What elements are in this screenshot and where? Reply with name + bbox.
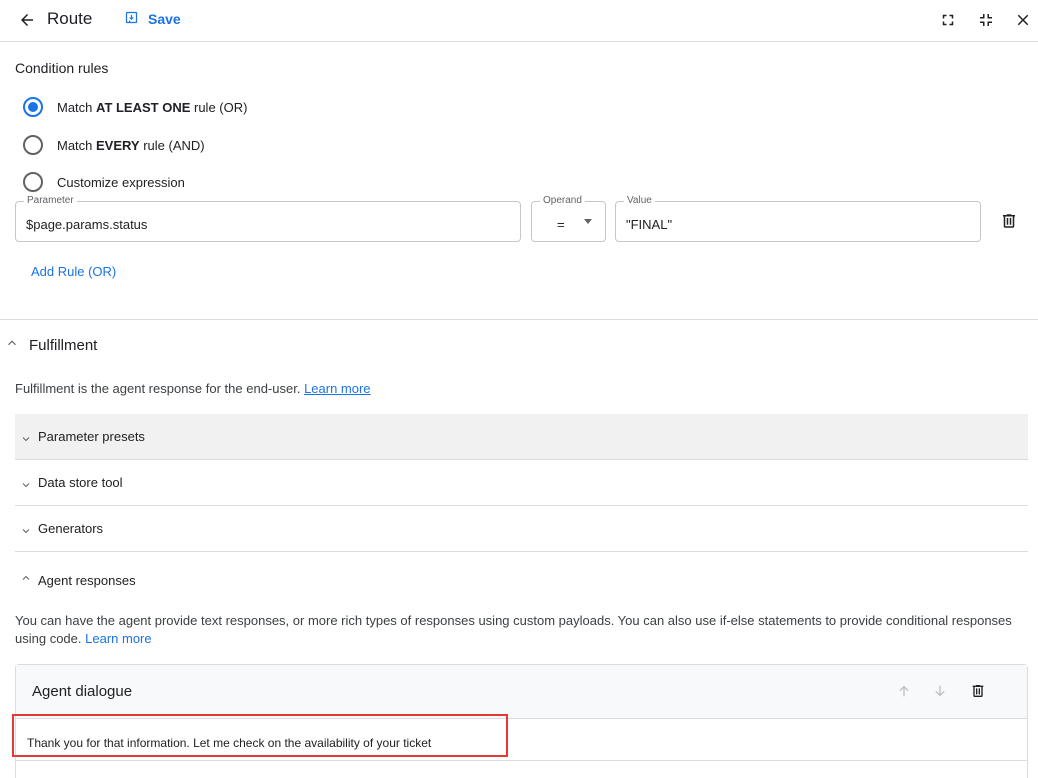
collapse-icon[interactable] — [974, 8, 998, 32]
radio-unchecked-icon[interactable] — [23, 172, 43, 192]
delete-icon[interactable] — [967, 680, 989, 702]
page-title: Route — [47, 9, 93, 28]
fulfillment-title: Fulfillment — [29, 336, 98, 354]
section-divider — [0, 319, 1038, 320]
accordion-label: Agent responses — [38, 572, 136, 588]
accordion-label: Parameter presets — [38, 429, 145, 444]
learn-more-link[interactable]: Learn more — [85, 631, 151, 646]
radio-label: Match AT LEAST ONE rule (OR) — [57, 99, 248, 115]
radio-customize-expression[interactable]: Customize expression — [23, 172, 185, 192]
close-icon[interactable] — [1011, 8, 1035, 32]
accordion-agent-responses[interactable]: Agent responses — [15, 557, 1028, 603]
parameter-field-label: Parameter — [24, 195, 77, 206]
accordion-data-store-tool[interactable]: Data store tool — [15, 460, 1028, 506]
save-label: Save — [148, 11, 181, 27]
radio-unchecked-icon[interactable] — [23, 135, 43, 155]
agent-dialogue-header: Agent dialogue — [16, 665, 1027, 719]
chevron-down-icon — [15, 479, 37, 491]
fullscreen-icon[interactable] — [936, 8, 960, 32]
accordion-parameter-presets[interactable]: Parameter presets — [15, 414, 1028, 460]
chevron-down-icon — [15, 433, 37, 445]
operand-select-label: Operand — [540, 195, 585, 206]
top-bar: Route Save — [0, 0, 1038, 42]
condition-rules-label: Condition rules — [15, 60, 109, 76]
operand-select[interactable]: Operand = — [531, 195, 606, 242]
save-button[interactable]: Save — [124, 10, 181, 28]
accordion-label: Generators — [38, 521, 104, 536]
accordion-label: Data store tool — [38, 475, 123, 490]
accordion-generators[interactable]: Generators — [15, 506, 1028, 552]
radio-match-at-least-one[interactable]: Match AT LEAST ONE rule (OR) — [23, 97, 247, 117]
highlight-box — [12, 714, 508, 757]
delete-rule-icon[interactable] — [997, 209, 1021, 233]
radio-checked-icon[interactable] — [23, 97, 43, 117]
save-icon — [124, 10, 139, 28]
chevron-down-icon — [15, 525, 37, 537]
value-field-value: "FINAL" — [626, 217, 673, 232]
parameter-field[interactable]: Parameter $page.params.status — [15, 195, 521, 242]
operand-select-value: = — [557, 217, 565, 232]
chevron-up-icon — [5, 336, 19, 354]
back-arrow-icon[interactable] — [14, 7, 40, 33]
parameter-field-value: $page.params.status — [26, 217, 148, 232]
agent-responses-description: You can have the agent provide text resp… — [15, 613, 1012, 646]
value-field-label: Value — [624, 195, 655, 206]
learn-more-link[interactable]: Learn more — [304, 381, 370, 396]
agent-dialogue-title: Agent dialogue — [32, 683, 133, 700]
value-field[interactable]: Value "FINAL" — [615, 195, 981, 242]
arrow-down-icon[interactable] — [929, 680, 951, 702]
add-rule-link[interactable]: Add Rule (OR) — [31, 264, 116, 279]
radio-label: Customize expression — [57, 174, 185, 190]
arrow-up-icon[interactable] — [893, 680, 915, 702]
fulfillment-description: Fulfillment is the agent response for th… — [15, 381, 371, 396]
radio-match-every[interactable]: Match EVERY rule (AND) — [23, 135, 205, 155]
radio-label: Match EVERY rule (AND) — [57, 137, 205, 153]
chevron-up-icon — [15, 572, 37, 584]
dropdown-caret-icon — [584, 219, 592, 224]
fulfillment-header[interactable]: Fulfillment — [5, 336, 97, 354]
